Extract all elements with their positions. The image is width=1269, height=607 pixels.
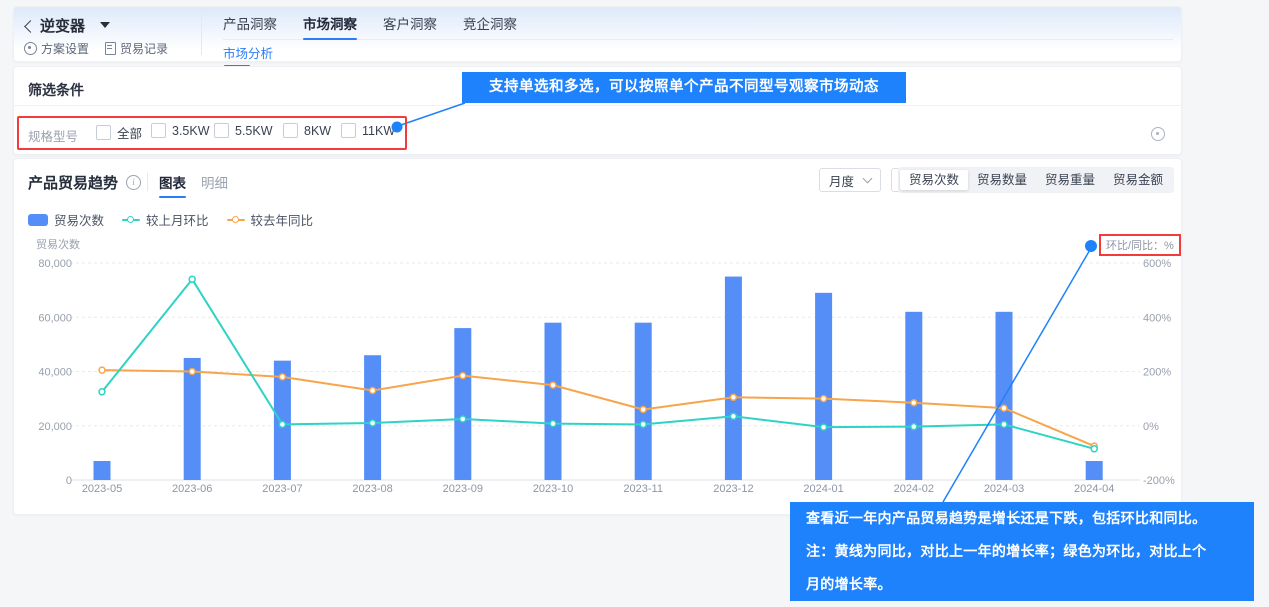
plan-settings-link[interactable]: 方案设置 bbox=[24, 40, 89, 57]
checkbox-icon[interactable] bbox=[341, 123, 356, 138]
tab-market-insight[interactable]: 市场洞察 bbox=[303, 11, 357, 39]
period-select-value: 月度 bbox=[829, 171, 854, 190]
checkbox-label: 11KW bbox=[362, 124, 395, 138]
market-insight-page: 逆变器 方案设置 贸易记录 产品洞察 市场洞察 客户洞察 竞企洞察 市场分析 筛… bbox=[0, 0, 1269, 607]
tab-product-insight[interactable]: 产品洞察 bbox=[223, 11, 277, 39]
checkbox-icon[interactable] bbox=[283, 123, 298, 138]
metric-trade-amount[interactable]: 贸易金额 bbox=[1104, 170, 1172, 190]
metric-trade-weight[interactable]: 贸易重量 bbox=[1036, 170, 1104, 190]
header-divider bbox=[201, 13, 202, 55]
main-tabs: 产品洞察 市场洞察 客户洞察 竞企洞察 bbox=[223, 11, 1173, 40]
view-tab-chart[interactable]: 图表 bbox=[159, 172, 186, 192]
chevron-down-icon bbox=[863, 174, 873, 184]
subtab-market-analysis[interactable]: 市场分析 bbox=[223, 43, 273, 62]
legend-mom[interactable]: 较上月环比 bbox=[122, 210, 209, 229]
bar-swatch-icon bbox=[28, 214, 48, 226]
metric-switcher: 贸易次数 贸易数量 贸易重量 贸易金额 bbox=[898, 167, 1174, 193]
tab-competitor-insight[interactable]: 竞企洞察 bbox=[463, 11, 517, 39]
view-tab-detail[interactable]: 明细 bbox=[201, 172, 228, 192]
trend-tip-line: 注：黄线为同比，对比上一年的增长率；绿色为环比，对比上个 bbox=[806, 535, 1238, 568]
trend-card: 产品贸易趋势 i 图表 明细 月度 近一年 贸易次数 贸易数量 贸易重量 贸易金… bbox=[13, 158, 1182, 515]
trade-records-link[interactable]: 贸易记录 bbox=[105, 40, 168, 57]
checkbox-5-5kw[interactable]: 5.5KW bbox=[214, 123, 273, 138]
legend-label: 贸易次数 bbox=[54, 210, 104, 229]
divider bbox=[147, 173, 148, 191]
target-icon bbox=[24, 42, 37, 55]
metric-trade-count[interactable]: 贸易次数 bbox=[900, 170, 968, 190]
header-subnav: 方案设置 贸易记录 bbox=[24, 40, 168, 57]
trend-tip-line: 月的增长率。 bbox=[806, 568, 1238, 601]
checkbox-icon[interactable] bbox=[151, 123, 166, 138]
checkbox-icon[interactable] bbox=[214, 123, 229, 138]
checkbox-label: 8KW bbox=[304, 124, 331, 138]
right-axis-note: 环比/同比：% bbox=[1099, 234, 1181, 256]
legend-trade-count[interactable]: 贸易次数 bbox=[28, 210, 104, 229]
tab-customer-insight[interactable]: 客户洞察 bbox=[383, 11, 437, 39]
document-icon bbox=[105, 42, 116, 55]
caret-down-icon[interactable] bbox=[100, 22, 110, 28]
collapse-filter-icon[interactable] bbox=[1151, 127, 1165, 141]
period-select[interactable]: 月度 bbox=[819, 168, 881, 192]
spec-model-label: 规格型号 bbox=[28, 126, 78, 145]
checkbox-8kw[interactable]: 8KW bbox=[283, 123, 331, 138]
line-swatch-icon bbox=[122, 219, 140, 221]
checkbox-label: 5.5KW bbox=[235, 124, 273, 138]
trade-records-label: 贸易记录 bbox=[120, 40, 168, 57]
back-icon[interactable] bbox=[24, 20, 37, 33]
trend-tip-line: 查看近一年内产品贸易趋势是增长还是下跌，包括环比和同比。 bbox=[806, 502, 1238, 535]
plan-settings-label: 方案设置 bbox=[41, 40, 89, 57]
divider bbox=[14, 105, 1181, 106]
metric-trade-quantity[interactable]: 贸易数量 bbox=[968, 170, 1036, 190]
checkbox-label: 3.5KW bbox=[172, 124, 210, 138]
trend-title: 产品贸易趋势 bbox=[28, 172, 118, 193]
product-title[interactable]: 逆变器 bbox=[40, 15, 85, 36]
filter-section-title: 筛选条件 bbox=[28, 80, 84, 100]
checkbox-label: 全部 bbox=[117, 123, 142, 142]
checkbox-all[interactable]: 全部 bbox=[96, 123, 142, 142]
filter-tip-callout: 支持单选和多选，可以按照单个产品不同型号观察市场动态 bbox=[462, 72, 906, 103]
checkbox-11kw[interactable]: 11KW bbox=[341, 123, 395, 138]
header-bar: 逆变器 方案设置 贸易记录 产品洞察 市场洞察 客户洞察 竞企洞察 市场分析 bbox=[13, 6, 1182, 62]
chart-legend: 贸易次数 较上月环比 较去年同比 bbox=[28, 210, 313, 229]
checkbox-3-5kw[interactable]: 3.5KW bbox=[151, 123, 210, 138]
legend-label: 较上月环比 bbox=[146, 210, 209, 229]
legend-yoy[interactable]: 较去年同比 bbox=[227, 210, 314, 229]
legend-label: 较去年同比 bbox=[251, 210, 314, 229]
checkbox-icon[interactable] bbox=[96, 125, 111, 140]
line-swatch-icon bbox=[227, 219, 245, 221]
trend-tip-callout: 查看近一年内产品贸易趋势是增长还是下跌，包括环比和同比。 注：黄线为同比，对比上… bbox=[790, 502, 1254, 601]
info-icon[interactable]: i bbox=[126, 175, 141, 190]
